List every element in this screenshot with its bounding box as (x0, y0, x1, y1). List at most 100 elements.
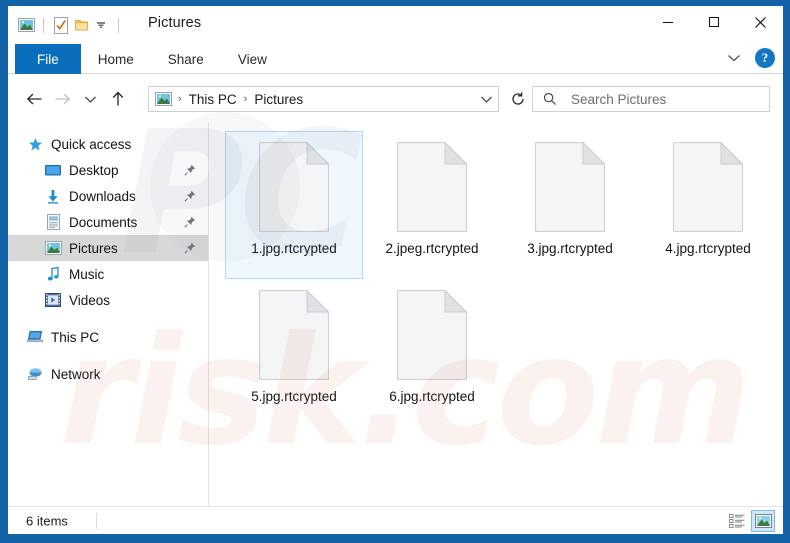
computer-icon (26, 328, 44, 346)
sidebar-item-label: Documents (69, 214, 138, 230)
explorer-window: PC risk.com (0, 0, 790, 543)
ribbon-right-controls: ? (723, 47, 775, 69)
address-breadcrumb-box[interactable]: › This PC › Pictures (148, 86, 499, 112)
network-icon (26, 365, 44, 383)
navigation-buttons (20, 85, 132, 113)
up-arrow-icon[interactable] (104, 85, 132, 113)
address-dropdown-chevron-down-icon[interactable] (474, 87, 498, 111)
ribbon-tab-bar: File Home Share View ? (8, 44, 783, 74)
view-mode-buttons (725, 510, 775, 532)
sidebar-item-label: Quick access (51, 136, 132, 152)
tab-file[interactable]: File (15, 44, 81, 74)
documents-icon (44, 213, 62, 231)
ribbon-tabs: File Home Share View (15, 44, 284, 74)
pin-icon[interactable] (184, 216, 196, 228)
breadcrumb: › This PC › Pictures (149, 92, 474, 107)
sidebar-item-this-pc[interactable]: This PC (8, 324, 208, 350)
item-count-label: 6 items (26, 513, 68, 528)
search-icon (533, 92, 565, 106)
sidebar-item-label: This PC (51, 329, 100, 345)
file-item[interactable]: 5.jpg.rtcrypted (225, 279, 363, 427)
navigation-pane: Quick access Desktop Downloads Documents… (8, 123, 208, 506)
sidebar-item-label: Downloads (69, 188, 136, 204)
quick-access-toolbar (16, 14, 126, 36)
sidebar-item-music[interactable]: Music (8, 261, 208, 287)
star-icon (26, 135, 44, 153)
window-controls (645, 6, 783, 38)
large-icons-view-button[interactable] (751, 510, 775, 532)
picture-icon (16, 15, 36, 35)
search-box[interactable] (532, 86, 770, 112)
file-name-label: 4.jpg.rtcrypted (665, 241, 751, 256)
blank-document-icon (535, 141, 606, 232)
recent-locations-chevron-down-icon[interactable] (76, 85, 104, 113)
window-client-area: Pictures File Home Share View ? › This P… (8, 6, 783, 534)
status-bar: 6 items (8, 506, 783, 534)
new-folder-icon[interactable] (71, 15, 91, 35)
details-view-button[interactable] (725, 510, 749, 532)
chevron-down-icon[interactable] (723, 47, 745, 69)
search-input[interactable] (565, 91, 769, 107)
customize-quick-access-chevron-icon[interactable] (91, 15, 111, 35)
music-note-icon (44, 265, 62, 283)
title-bar: Pictures (8, 6, 783, 44)
pin-icon[interactable] (184, 242, 196, 254)
desktop-icon (44, 161, 62, 179)
toolbar-separator-2 (118, 17, 119, 33)
properties-checkbox-icon[interactable] (51, 15, 71, 35)
sidebar-item-quick-access[interactable]: Quick access (8, 131, 208, 157)
blank-document-icon (259, 289, 330, 380)
download-icon (44, 187, 62, 205)
sidebar-item-label: Pictures (69, 240, 118, 256)
blank-document-icon (259, 141, 330, 232)
breadcrumb-separator-1: › (243, 93, 248, 105)
forward-arrow-icon (48, 85, 76, 113)
breadcrumb-item-pictures[interactable]: Pictures (250, 92, 307, 107)
file-grid: 1.jpg.rtcrypted 2.jpeg.rtcrypted 3.jpg.r… (225, 131, 783, 427)
file-name-label: 2.jpeg.rtcrypted (385, 241, 479, 256)
sidebar-item-documents[interactable]: Documents (8, 209, 208, 235)
file-list-pane[interactable]: 1.jpg.rtcrypted 2.jpeg.rtcrypted 3.jpg.r… (209, 123, 783, 506)
sidebar-item-label: Desktop (69, 162, 119, 178)
minimize-button[interactable] (645, 6, 691, 38)
status-separator (96, 513, 97, 529)
address-bar: › This PC › Pictures (8, 75, 783, 123)
breadcrumb-location-picture-icon (155, 92, 172, 106)
tab-share[interactable]: Share (151, 44, 221, 74)
toolbar-separator (43, 17, 44, 33)
file-name-label: 6.jpg.rtcrypted (389, 389, 475, 404)
sidebar-item-desktop[interactable]: Desktop (8, 157, 208, 183)
blank-document-icon (397, 141, 468, 232)
file-item[interactable]: 4.jpg.rtcrypted (639, 131, 777, 279)
file-name-label: 5.jpg.rtcrypted (251, 389, 337, 404)
back-arrow-icon[interactable] (20, 85, 48, 113)
sidebar-item-pictures[interactable]: Pictures (8, 235, 208, 261)
explorer-body: Quick access Desktop Downloads Documents… (8, 123, 783, 506)
file-item[interactable]: 1.jpg.rtcrypted (225, 131, 363, 279)
pin-icon[interactable] (184, 164, 196, 176)
sidebar-item-videos[interactable]: Videos (8, 287, 208, 313)
file-item[interactable]: 3.jpg.rtcrypted (501, 131, 639, 279)
tab-home[interactable]: Home (81, 44, 151, 74)
blank-document-icon (673, 141, 744, 232)
file-item[interactable]: 6.jpg.rtcrypted (363, 279, 501, 427)
window-title: Pictures (148, 15, 202, 31)
maximize-button[interactable] (691, 6, 737, 38)
breadcrumb-separator-0: › (178, 93, 182, 105)
sidebar-item-label: Network (51, 366, 101, 382)
help-button[interactable]: ? (755, 48, 775, 68)
sidebar-item-network[interactable]: Network (8, 361, 208, 387)
sidebar-item-downloads[interactable]: Downloads (8, 183, 208, 209)
sidebar-item-label: Music (69, 266, 105, 282)
close-button[interactable] (737, 6, 783, 38)
blank-document-icon (397, 289, 468, 380)
breadcrumb-item-this-pc[interactable]: This PC (185, 92, 241, 107)
tab-view[interactable]: View (221, 44, 284, 74)
pin-icon[interactable] (184, 190, 196, 202)
picture-icon (44, 239, 62, 257)
file-item[interactable]: 2.jpeg.rtcrypted (363, 131, 501, 279)
refresh-icon[interactable] (506, 87, 530, 111)
file-name-label: 1.jpg.rtcrypted (251, 241, 337, 256)
